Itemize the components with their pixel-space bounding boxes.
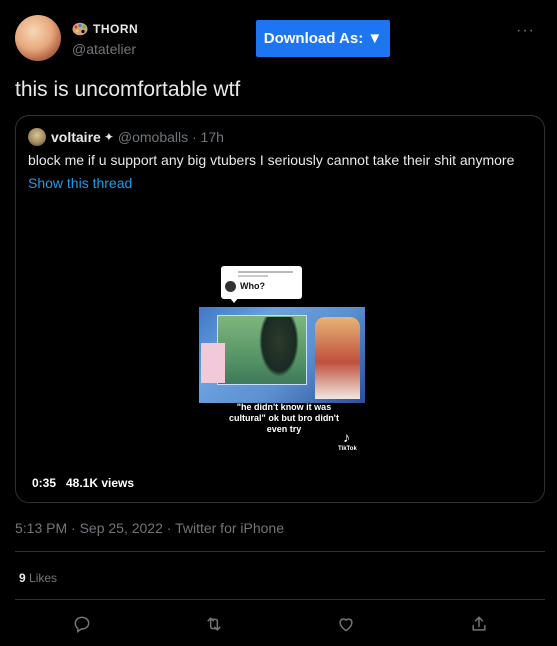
quoted-author-name: voltaire: [51, 129, 101, 145]
quoted-tweet[interactable]: voltaire ✦ @omoballs · 17h block me if u…: [15, 115, 545, 503]
reply-bubble-tail: [229, 297, 239, 303]
verified-icon: ✦: [103, 130, 114, 144]
author-display-name[interactable]: THORN: [93, 22, 138, 36]
video-vtuber-avatar: [315, 317, 360, 399]
tweet-text: this is uncomfortable wtf: [15, 78, 241, 101]
tweet-actions-bar: [0, 614, 557, 638]
author-avatar[interactable]: [15, 15, 61, 61]
reply-bubble-line: [238, 275, 268, 277]
reply-avatar: [225, 281, 236, 292]
author-handle[interactable]: @atatelier: [72, 41, 138, 57]
more-options-icon[interactable]: ···: [516, 22, 535, 40]
video-left-panel: [201, 343, 225, 383]
video-caption: "he didn't know it was cultural" ok but …: [229, 402, 339, 434]
reply-bubble-line: [238, 271, 293, 273]
quoted-author-handle: @omoballs · 17h: [117, 129, 224, 145]
video-player[interactable]: Who? "he didn't know it was cultural" ok…: [16, 196, 544, 502]
video-character: [259, 317, 299, 377]
quoted-author-avatar: [28, 128, 46, 146]
video-frame: [199, 307, 365, 403]
show-thread-link[interactable]: Show this thread: [28, 175, 132, 191]
tiktok-label: TikTok: [338, 446, 357, 452]
quoted-tweet-text: block me if u support any big vtubers I …: [28, 152, 515, 168]
likes-label: Likes: [25, 571, 58, 585]
likes-count-link[interactable]: 9 Likes: [19, 571, 57, 585]
tiktok-icon: ♪: [343, 429, 350, 445]
tweet-header: THORN @atatelier: [15, 15, 138, 61]
divider: [15, 551, 545, 552]
heart-icon[interactable]: [336, 614, 356, 634]
palette-icon: [72, 22, 88, 35]
retweet-icon[interactable]: [204, 614, 224, 634]
tweet-timestamp[interactable]: 5:13 PM · Sep 25, 2022 · Twitter for iPh…: [15, 520, 284, 536]
author-names: THORN @atatelier: [72, 20, 138, 57]
video-views: 48.1K views: [66, 476, 135, 490]
reply-icon[interactable]: [72, 614, 92, 634]
share-icon[interactable]: [469, 614, 489, 634]
quoted-tweet-header: voltaire ✦ @omoballs · 17h: [28, 128, 224, 146]
reply-bubble-text: Who?: [240, 281, 265, 291]
video-duration: 0:35: [32, 476, 57, 490]
display-name-row[interactable]: THORN: [72, 20, 138, 38]
tiktok-reply-bubble: Who?: [221, 266, 302, 303]
likes-count: 9: [19, 571, 26, 585]
divider: [15, 599, 545, 600]
download-as-button[interactable]: Download As: ▼: [256, 20, 390, 57]
